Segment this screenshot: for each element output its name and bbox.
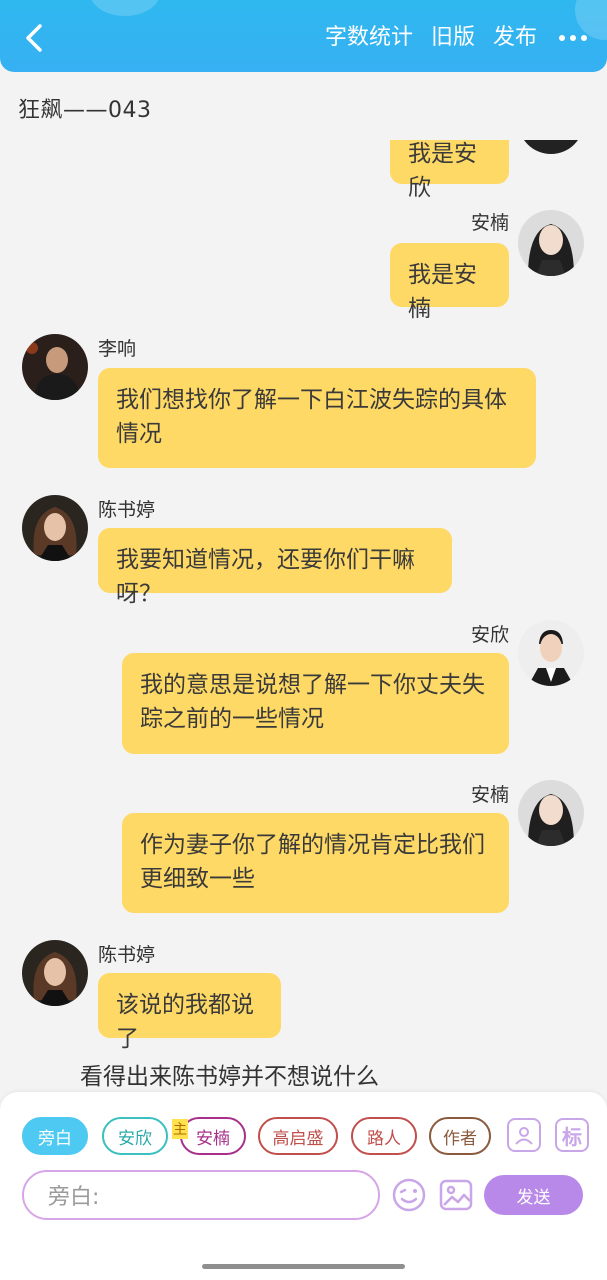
role-chip-annan[interactable]: 安楠	[180, 1117, 246, 1155]
avatar[interactable]	[22, 940, 88, 1006]
send-button[interactable]: 发送	[484, 1175, 583, 1215]
tag-icon[interactable]: 标	[555, 1118, 589, 1152]
message-bubble[interactable]: 我们想找你了解一下白江波失踪的具体情况	[98, 368, 536, 468]
narration-text[interactable]: 看得出来陈书婷并不想说什么	[80, 1057, 379, 1090]
image-icon[interactable]	[438, 1177, 474, 1213]
main-role-mark: 主	[172, 1119, 188, 1139]
chat-area[interactable]: 我是安欣 安楠 我是安楠 李响 我们想找你了解一下白江波失踪的具体情况 陈书婷 …	[0, 140, 607, 1090]
speaker-name: 安楠	[470, 784, 509, 806]
role-chip-anxin[interactable]: 安欣	[102, 1117, 168, 1155]
role-chip-author[interactable]: 作者	[429, 1117, 491, 1155]
message-bubble[interactable]: 我是安楠	[390, 243, 509, 322]
role-chip-narration[interactable]: 旁白	[22, 1117, 88, 1155]
message-bubble[interactable]: 该说的我都说了	[98, 973, 281, 1052]
speaker-name: 安欣	[470, 624, 509, 646]
role-chip-gaoqisheng[interactable]: 高启盛	[258, 1117, 338, 1155]
avatar[interactable]	[22, 334, 88, 400]
role-chip-passerby[interactable]: 路人	[351, 1117, 417, 1155]
avatar[interactable]	[22, 495, 88, 561]
speaker-name: 安楠	[470, 212, 509, 234]
avatar[interactable]	[518, 780, 584, 846]
speaker-name: 陈书婷	[98, 944, 156, 966]
emoji-icon[interactable]	[391, 1177, 427, 1213]
character-manage-icon[interactable]	[507, 1118, 541, 1152]
speaker-name: 李响	[98, 338, 137, 360]
chapter-title: 狂飙——043	[18, 98, 152, 123]
back-arrow-icon[interactable]	[20, 22, 48, 54]
top-bar: 字数统计 旧版 发布	[0, 0, 607, 72]
home-indicator	[202, 1264, 405, 1269]
message-bubble[interactable]: 作为妻子你了解的情况肯定比我们更细致一些	[122, 813, 509, 913]
word-count-button[interactable]: 字数统计	[325, 22, 413, 54]
avatar[interactable]	[518, 620, 584, 686]
old-version-button[interactable]: 旧版	[431, 22, 475, 54]
avatar	[518, 140, 584, 154]
speaker-name: 陈书婷	[98, 499, 156, 521]
header-decoration	[90, 0, 160, 16]
publish-button[interactable]: 发布	[493, 22, 537, 54]
message-input[interactable]: 旁白:	[22, 1170, 380, 1220]
more-icon[interactable]	[559, 35, 587, 41]
message-bubble[interactable]: 我的意思是说想了解一下你丈夫失踪之前的一些情况	[122, 653, 509, 754]
message-bubble[interactable]: 我要知道情况，还要你们干嘛呀？	[98, 528, 452, 607]
avatar[interactable]	[518, 210, 584, 276]
message-bubble[interactable]: 我是安欣	[390, 140, 509, 201]
